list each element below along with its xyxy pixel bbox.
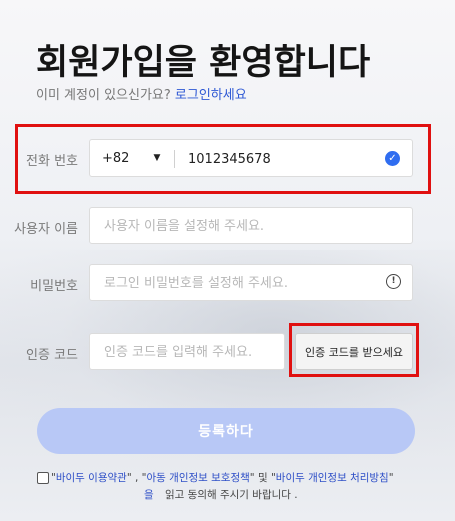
username-label: 사용자 이름	[14, 222, 78, 237]
child-privacy-link[interactable]: 아동 개인정보 보호정책	[147, 472, 250, 484]
agreement: " 바이두 이용약관" , "아동 개인정보 보호정책" 및 "바이두 개인정보 …	[37, 470, 427, 504]
phone-label: 전화 번호	[26, 154, 78, 169]
quote-mark: "	[388, 472, 394, 484]
password-label: 비밀번호	[30, 279, 78, 294]
login-link[interactable]: 로그인하세요	[175, 88, 247, 103]
agreement-particle: 을	[144, 489, 154, 501]
country-code-select[interactable]: +82 ▼	[102, 140, 160, 176]
checkmark-icon: ✓	[385, 151, 400, 166]
field-divider	[174, 150, 175, 168]
register-button[interactable]: 등록하다	[37, 408, 415, 454]
separator: " , "	[126, 472, 147, 484]
terms-link[interactable]: 바이두 이용약관	[56, 472, 127, 484]
privacy-policy-link[interactable]: 바이두 개인정보 처리방침	[276, 472, 389, 484]
username-input[interactable]	[102, 208, 378, 245]
separator: " 및 "	[249, 472, 276, 484]
country-code-value: +82	[102, 150, 130, 166]
password-field: !	[89, 264, 413, 302]
info-icon[interactable]: !	[386, 274, 401, 289]
phone-input[interactable]	[186, 140, 380, 178]
verification-field	[89, 333, 285, 371]
verification-label: 인증 코드	[26, 348, 78, 363]
login-prompt: 이미 계정이 있으신가요? 로그인하세요	[36, 84, 247, 103]
phone-field: +82 ▼ ✓	[89, 139, 413, 178]
verification-input[interactable]	[102, 334, 281, 371]
agreement-text: " 바이두 이용약관" , "아동 개인정보 보호정책" 및 "바이두 개인정보 …	[51, 470, 427, 504]
page-title: 회원가입을 환영합니다	[36, 43, 371, 83]
get-code-button[interactable]: 인증 코드를 받으세요	[295, 333, 413, 370]
password-input[interactable]	[102, 265, 378, 302]
username-field	[89, 207, 413, 245]
login-prompt-text: 이미 계정이 있으신가요?	[36, 88, 171, 103]
chevron-down-icon: ▼	[153, 153, 161, 163]
agree-checkbox[interactable]	[37, 472, 49, 484]
agreement-tail: 읽고 동의해 주시기 바랍니다 .	[165, 489, 298, 501]
register-page: 회원가입을 환영합니다 이미 계정이 있으신가요? 로그인하세요 전화 번호 +…	[0, 0, 455, 521]
